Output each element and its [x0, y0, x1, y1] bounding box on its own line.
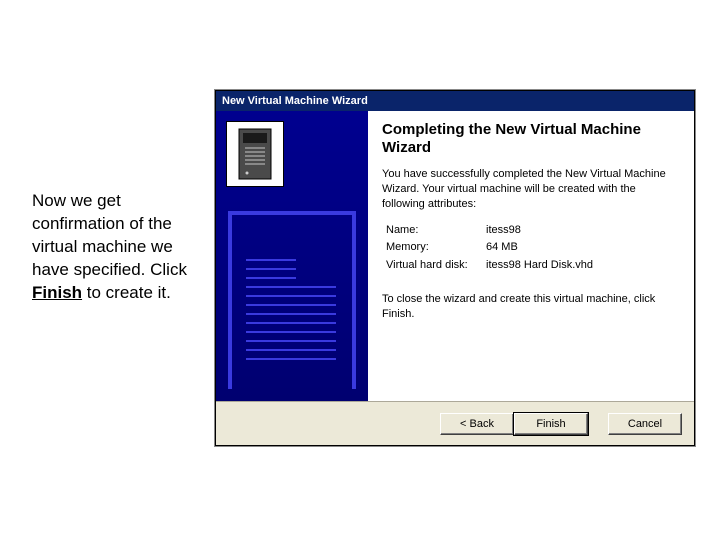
attr-value: itess98 [486, 222, 521, 240]
wizard-content: Completing the New Virtual Machine Wizar… [368, 111, 694, 401]
attributes-list: Name: itess98 Memory: 64 MB Virtual hard… [386, 222, 680, 275]
back-button[interactable]: < Back [440, 413, 514, 435]
attr-label: Virtual hard disk: [386, 257, 486, 275]
attr-value: itess98 Hard Disk.vhd [486, 257, 593, 275]
wizard-sidebar [216, 111, 368, 401]
finish-button[interactable]: Finish [514, 413, 588, 435]
attr-row-memory: Memory: 64 MB [386, 239, 680, 257]
attr-row-vhd: Virtual hard disk: itess98 Hard Disk.vhd [386, 257, 680, 275]
attr-value: 64 MB [486, 239, 518, 257]
page-title: Completing the New Virtual Machine Wizar… [382, 121, 680, 157]
button-bar: < Back Finish Cancel [216, 401, 694, 445]
nav-button-pair: < Back Finish [440, 413, 588, 435]
window-title: New Virtual Machine Wizard [222, 95, 368, 107]
caption-bold: Finish [32, 283, 82, 302]
wizard-dialog: New Virtual Machine Wizard [215, 90, 695, 446]
sidebar-lines [246, 259, 338, 367]
attr-label: Name: [386, 222, 486, 240]
attr-row-name: Name: itess98 [386, 222, 680, 240]
intro-text: You have successfully completed the New … [382, 167, 680, 212]
wizard-body: Completing the New Virtual Machine Wizar… [216, 111, 694, 401]
server-icon [226, 121, 284, 187]
instruction-caption: Now we get confirmation of the virtual m… [32, 190, 192, 305]
close-instruction: To close the wizard and create this virt… [382, 292, 680, 322]
caption-pre: Now we get confirmation of the virtual m… [32, 191, 187, 279]
attr-label: Memory: [386, 239, 486, 257]
caption-post: to create it. [82, 283, 171, 302]
cancel-button[interactable]: Cancel [608, 413, 682, 435]
titlebar: New Virtual Machine Wizard [216, 91, 694, 111]
